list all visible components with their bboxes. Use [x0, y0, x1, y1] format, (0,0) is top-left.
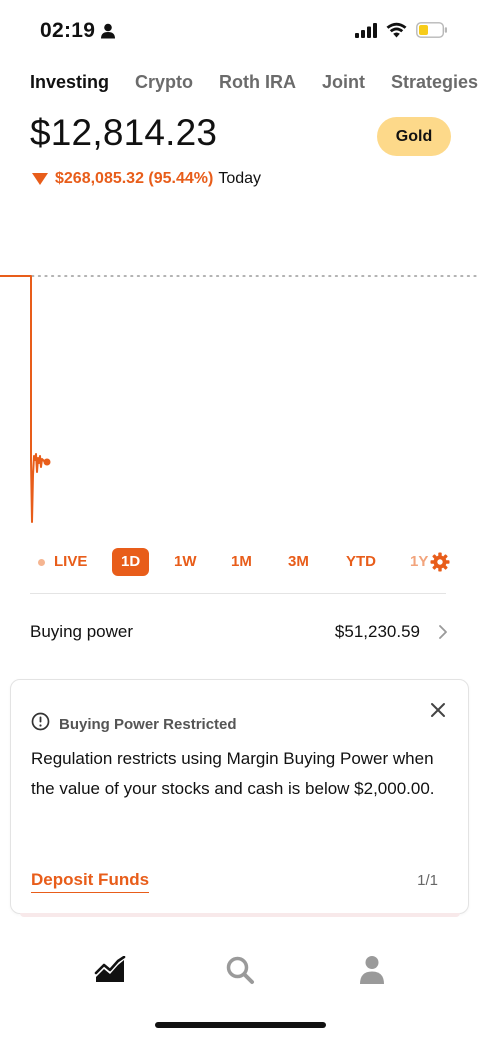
tab-crypto[interactable]: Crypto	[135, 72, 193, 93]
portfolio-value: $12,814.23	[30, 112, 218, 153]
daily-change: $268,085.32 (95.44%) Today	[32, 170, 261, 188]
card-header: Buying Power Restricted	[31, 712, 237, 736]
tab-strategies[interactable]: Strategies	[391, 72, 478, 93]
account-icon[interactable]	[352, 950, 392, 990]
tab-investing[interactable]: Investing	[30, 72, 109, 93]
chevron-right-icon	[438, 624, 448, 645]
bottom-nav	[0, 950, 480, 990]
card-title: Buying Power Restricted	[59, 715, 237, 733]
range-selector: LIVE 1D 1W 1M 3M YTD 1Y	[0, 548, 480, 576]
price-line	[0, 275, 47, 523]
battery-icon	[416, 22, 448, 43]
card-pager: 1/1	[417, 872, 438, 889]
range-ytd[interactable]: YTD	[346, 548, 376, 576]
gold-button[interactable]: Gold	[377, 117, 451, 156]
range-1d[interactable]: 1D	[112, 548, 150, 576]
close-icon[interactable]	[428, 700, 448, 720]
search-icon[interactable]	[220, 950, 260, 990]
divider	[30, 593, 446, 594]
range-1y[interactable]: 1Y	[410, 548, 428, 576]
buying-power-row[interactable]: Buying power $51,230.59	[30, 620, 448, 644]
person-icon	[101, 23, 115, 44]
range-3m[interactable]: 3M	[288, 548, 309, 576]
tab-roth-ira[interactable]: Roth IRA	[219, 72, 296, 93]
range-live[interactable]: LIVE	[54, 548, 87, 576]
portfolio-chart[interactable]	[0, 260, 480, 540]
gear-icon[interactable]	[430, 552, 450, 577]
buying-power-restricted-card: Buying Power Restricted Regulation restr…	[10, 679, 469, 914]
tab-joint[interactable]: Joint	[322, 72, 365, 93]
current-price-dot	[43, 458, 51, 466]
portfolio-chart-icon[interactable]	[90, 950, 130, 990]
card-body: Regulation restricts using Margin Buying…	[31, 749, 435, 798]
live-dot-icon	[38, 559, 45, 566]
range-1w[interactable]: 1W	[174, 548, 197, 576]
status-bar: 02:19	[0, 0, 480, 64]
down-triangle-icon	[32, 173, 48, 185]
home-indicator[interactable]	[155, 1022, 326, 1028]
signal-icon	[355, 22, 377, 43]
change-amount: $268,085.32 (95.44%)	[55, 170, 214, 187]
deposit-funds-link[interactable]: Deposit Funds	[31, 870, 150, 893]
wifi-icon	[386, 22, 407, 43]
status-time: 02:19	[40, 19, 96, 42]
account-tabs: Investing Crypto Roth IRA Joint Strategies	[30, 72, 480, 96]
range-1m[interactable]: 1M	[231, 548, 252, 576]
status-icons	[355, 22, 448, 43]
buying-power-label: Buying power	[30, 622, 134, 641]
info-alert-icon	[31, 712, 50, 736]
buying-power-value: $51,230.59	[334, 622, 420, 641]
change-period: Today	[218, 170, 262, 187]
card-stack-edge	[20, 913, 460, 917]
